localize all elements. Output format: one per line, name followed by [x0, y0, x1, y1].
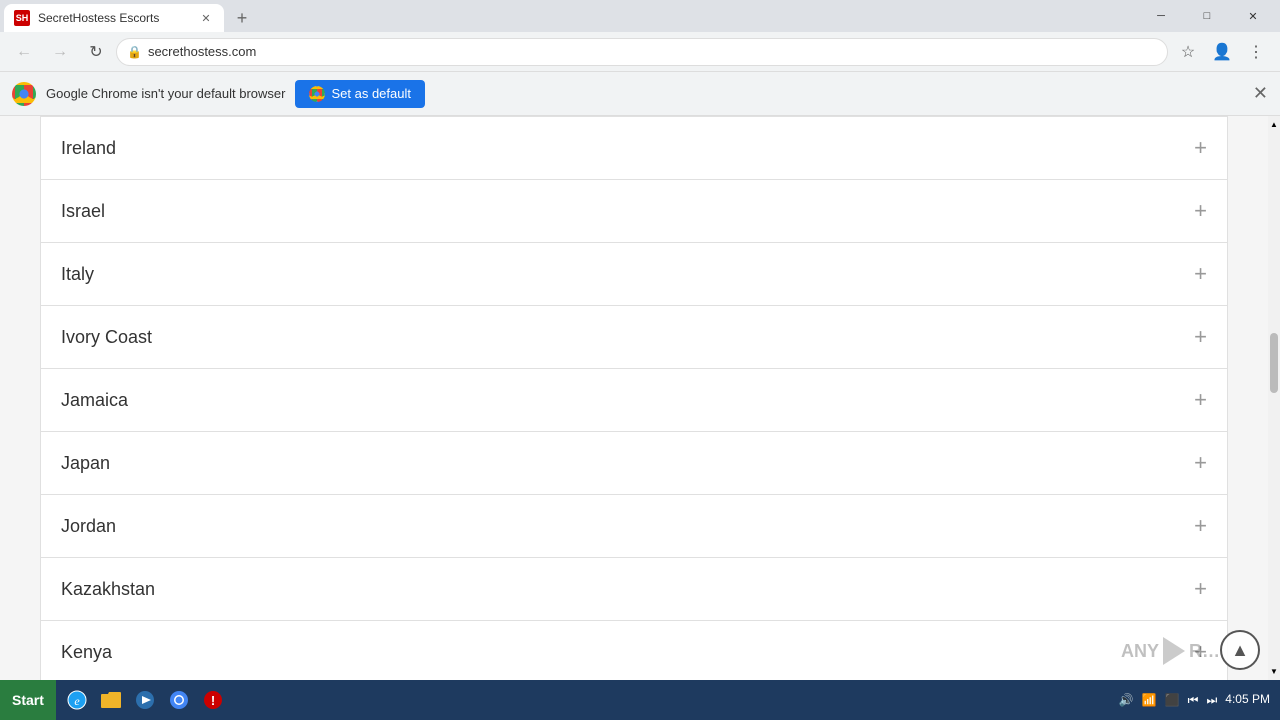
list-item[interactable]: Ivory Coast +: [41, 306, 1227, 369]
back-button[interactable]: ←: [8, 36, 40, 68]
taskbar-folder-icon[interactable]: [96, 685, 126, 715]
address-text: secrethostess.com: [148, 44, 1157, 59]
country-name: Ireland: [61, 138, 116, 159]
country-name: Kenya: [61, 642, 112, 663]
expand-icon: +: [1194, 576, 1207, 602]
list-item[interactable]: Japan +: [41, 432, 1227, 495]
refresh-button[interactable]: ↻: [80, 36, 112, 68]
taskbar-ie-icon[interactable]: e: [62, 685, 92, 715]
country-name: Japan: [61, 453, 110, 474]
title-bar: SH SecretHostess Escorts ✕ + ─ □ ✕: [0, 0, 1280, 32]
tab-close-button[interactable]: ✕: [198, 10, 214, 26]
display-icon[interactable]: ⬛: [1165, 693, 1180, 707]
back-icon[interactable]: ⏮: [1188, 693, 1199, 708]
chrome-logo: [12, 82, 36, 106]
chrome-window: SH SecretHostess Escorts ✕ + ─ □ ✕ ← → ↻…: [0, 0, 1280, 680]
expand-icon: +: [1194, 450, 1207, 476]
country-name: Jordan: [61, 516, 116, 537]
forward-button[interactable]: →: [44, 36, 76, 68]
notification-text: Google Chrome isn't your default browser: [46, 86, 285, 101]
set-default-button[interactable]: Set as default: [295, 80, 425, 108]
start-label: Start: [12, 692, 44, 708]
watermark: ANY R…: [1121, 637, 1220, 665]
expand-icon: +: [1194, 387, 1207, 413]
taskbar-icons: e !: [56, 685, 234, 715]
country-name: Israel: [61, 201, 105, 222]
page-content: Ireland + Israel + Italy + Ivory Coast +…: [0, 116, 1268, 680]
expand-icon: +: [1194, 135, 1207, 161]
close-button[interactable]: ✕: [1230, 4, 1276, 28]
lock-icon: 🔒: [127, 45, 142, 59]
window-controls: ─ □ ✕: [1138, 4, 1280, 32]
address-bar[interactable]: 🔒 secrethostess.com: [116, 38, 1168, 66]
scroll-up-button[interactable]: ▲: [1268, 116, 1280, 133]
list-item[interactable]: Israel +: [41, 180, 1227, 243]
maximize-button[interactable]: □: [1184, 4, 1230, 28]
start-button[interactable]: Start: [0, 680, 56, 720]
forward-icon[interactable]: ⏭: [1206, 693, 1217, 708]
menu-button[interactable]: ⋮: [1240, 36, 1272, 68]
taskbar-time: 4:05 PM: [1225, 692, 1270, 708]
expand-icon: +: [1194, 198, 1207, 224]
volume-icon[interactable]: 🔊: [1119, 693, 1134, 707]
taskbar-chrome-icon[interactable]: [164, 685, 194, 715]
list-item[interactable]: Italy +: [41, 243, 1227, 306]
new-tab-button[interactable]: +: [228, 4, 256, 32]
expand-icon: +: [1194, 261, 1207, 287]
network-icon[interactable]: 📶: [1142, 693, 1157, 707]
taskbar-antivirus-icon[interactable]: !: [198, 685, 228, 715]
expand-icon: +: [1194, 513, 1207, 539]
tab-title: SecretHostess Escorts: [38, 11, 190, 25]
list-item[interactable]: Kazakhstan +: [41, 558, 1227, 621]
list-item[interactable]: Jamaica +: [41, 369, 1227, 432]
back-to-top-button[interactable]: ▲: [1220, 630, 1260, 670]
taskbar-mediaplayer-icon[interactable]: [130, 685, 160, 715]
svg-text:!: !: [211, 693, 215, 708]
set-default-icon: [309, 86, 325, 102]
watermark-text: ANY: [1121, 641, 1159, 662]
bookmark-button[interactable]: ☆: [1172, 36, 1204, 68]
country-name: Ivory Coast: [61, 327, 152, 348]
notification-bar: Google Chrome isn't your default browser…: [0, 72, 1280, 116]
browser-tab[interactable]: SH SecretHostess Escorts ✕: [4, 4, 224, 32]
taskbar: Start e ! 🔊 📶 ⬛ ⏮ ⏭ 4:05 PM: [0, 680, 1280, 720]
account-button[interactable]: 👤: [1206, 36, 1238, 68]
list-item[interactable]: Ireland +: [41, 117, 1227, 180]
minimize-button[interactable]: ─: [1138, 4, 1184, 28]
list-item[interactable]: Kenya +: [41, 621, 1227, 680]
toolbar-right: ☆ 👤 ⋮: [1172, 36, 1272, 68]
expand-icon: +: [1194, 324, 1207, 350]
country-name: Italy: [61, 264, 94, 285]
country-name: Jamaica: [61, 390, 128, 411]
scrollbar-thumb[interactable]: [1270, 333, 1278, 393]
tab-favicon: SH: [14, 10, 30, 26]
scrollbar[interactable]: ▲ ▼: [1268, 116, 1280, 680]
watermark-suffix: R…: [1189, 641, 1220, 662]
scroll-down-button[interactable]: ▼: [1268, 663, 1280, 680]
toolbar: ← → ↻ 🔒 secrethostess.com ☆ 👤 ⋮: [0, 32, 1280, 72]
notification-close-button[interactable]: ✕: [1253, 83, 1268, 104]
country-name: Kazakhstan: [61, 579, 155, 600]
taskbar-right: 🔊 📶 ⬛ ⏮ ⏭ 4:05 PM: [1119, 692, 1280, 708]
country-list: Ireland + Israel + Italy + Ivory Coast +…: [40, 116, 1228, 680]
list-item[interactable]: Jordan +: [41, 495, 1227, 558]
play-icon: [1163, 637, 1185, 665]
svg-text:e: e: [74, 694, 80, 708]
content-area: Ireland + Israel + Italy + Ivory Coast +…: [0, 116, 1280, 680]
